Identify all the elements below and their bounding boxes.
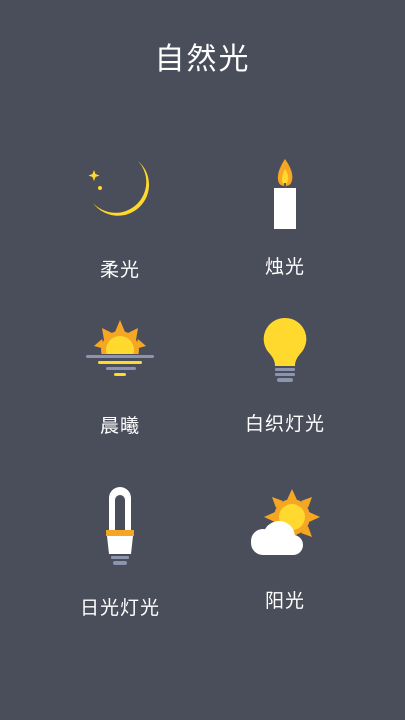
mode-candle-light[interactable]: 烛光 [205,155,365,279]
mode-label-dawn: 晨曦 [99,415,140,437]
mode-dawn[interactable]: 晨曦 [40,318,200,438]
light-bulb-icon [263,317,307,382]
mode-label-fluorescent-light: 日光灯光 [79,597,160,619]
mode-label-candle-light: 烛光 [264,256,305,278]
candle-icon [274,159,296,229]
sun-cloud-icon [251,489,320,555]
sunrise-icon [80,320,160,384]
mode-incandescent-light[interactable]: 白织灯光 [205,316,365,436]
moon-icon [88,161,150,216]
mode-label-soft-light: 柔光 [99,259,140,281]
fluorescent-lamp-icon [106,487,134,565]
mode-soft-light[interactable]: 柔光 [40,158,200,282]
mode-label-sunlight: 阳光 [264,590,305,612]
page-title: 自然光 [154,42,251,77]
mode-fluorescent-light[interactable]: 日光灯光 [40,486,200,620]
mode-label-incandescent-light: 白织灯光 [244,413,325,435]
mode-sunlight[interactable]: 阳光 [205,489,365,613]
